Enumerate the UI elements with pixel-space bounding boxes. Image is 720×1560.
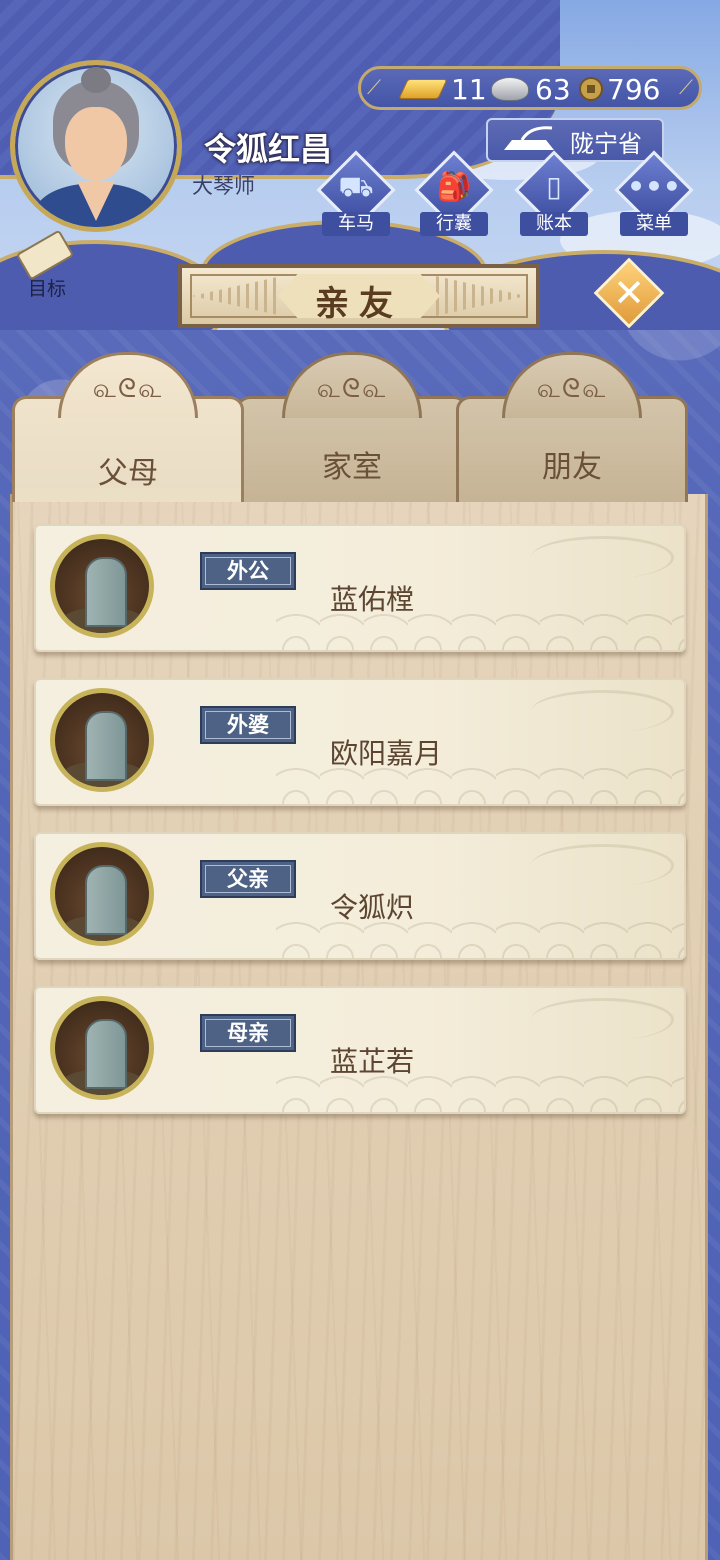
- bag-icon: 🎒: [436, 170, 472, 203]
- more-menu-label: 菜单: [620, 212, 688, 236]
- ledger-label: 账本: [520, 212, 588, 236]
- relation-badge: 母亲: [200, 1014, 296, 1052]
- tombstone-portrait-icon: [50, 842, 154, 946]
- page-title: 亲友: [315, 284, 403, 324]
- relation-badge: 父亲: [200, 860, 296, 898]
- target-label: 目标: [28, 278, 67, 300]
- silver-ingot-icon: [491, 77, 529, 101]
- gold-counter: 11: [398, 72, 487, 106]
- relative-name: 欧阳嘉月: [330, 737, 443, 770]
- relation-badge: 外婆: [200, 706, 296, 744]
- coin-counter: 796: [579, 72, 661, 106]
- cloud-swirl-ornament: ௳ᘓ௳: [536, 374, 608, 404]
- silver-counter: 63: [491, 72, 571, 106]
- relative-name: 蓝佑樘: [330, 583, 415, 616]
- bag-button[interactable]: 🎒 行囊: [414, 150, 494, 238]
- tombstone-portrait-icon: [50, 534, 154, 638]
- bamboo-icon: ⟋: [367, 75, 381, 99]
- currency-bar: ⟋ 11 63 796 ⟋: [358, 66, 702, 110]
- carriage-label: 车马: [322, 212, 390, 236]
- player-title: 大琴师: [192, 174, 255, 198]
- relation-badge: 外公: [200, 552, 296, 590]
- tab-parents-label: 父母: [98, 456, 158, 491]
- tab-spouse[interactable]: ௳ᘓ௳ 家室: [236, 352, 468, 502]
- more-menu-button[interactable]: ••• 菜单: [614, 150, 694, 238]
- page-title-banner: 亲友: [178, 264, 540, 328]
- gold-bar-icon: [398, 79, 448, 99]
- more-icon: •••: [627, 170, 681, 203]
- relative-card[interactable]: 外婆 欧阳嘉月: [34, 678, 686, 806]
- copper-coin-icon: [579, 77, 603, 101]
- ledger-icon: ▯: [546, 170, 562, 203]
- relative-card[interactable]: 父亲 令狐炽: [34, 832, 686, 960]
- close-icon[interactable]: ✕: [604, 266, 654, 316]
- ledger-button[interactable]: ▯ 账本: [514, 150, 594, 238]
- tombstone-portrait-icon: [50, 688, 154, 792]
- player-name: 令狐红昌: [204, 130, 333, 168]
- coin-value: 796: [607, 72, 661, 106]
- carriage-icon: ⛟: [338, 170, 374, 203]
- ink-stone-icon: [504, 126, 554, 150]
- tombstone-portrait-icon: [50, 996, 154, 1100]
- location-button[interactable]: 陇宁省: [486, 118, 664, 162]
- active-tab-join: [15, 488, 241, 502]
- relative-card[interactable]: 母亲 蓝芷若: [34, 986, 686, 1114]
- tab-parents[interactable]: ௳ᘓ௳ 父母: [12, 352, 244, 502]
- relative-name: 蓝芷若: [330, 1045, 415, 1078]
- tab-friends[interactable]: ௳ᘓ௳ 朋友: [456, 352, 688, 502]
- relative-card[interactable]: 外公 蓝佑樘: [34, 524, 686, 652]
- cloud-swirl-ornament: ௳ᘓ௳: [92, 374, 164, 404]
- gold-value: 11: [451, 72, 487, 106]
- location-name: 陇宁省: [570, 130, 642, 158]
- cloud-swirl-ornament: ௳ᘓ௳: [316, 374, 388, 404]
- bag-label: 行囊: [420, 212, 488, 236]
- bamboo-icon: ⟋: [679, 75, 693, 99]
- tab-spouse-label: 家室: [322, 450, 382, 485]
- player-avatar[interactable]: [10, 60, 182, 232]
- tab-friends-label: 朋友: [542, 450, 602, 485]
- relative-name: 令狐炽: [330, 891, 415, 924]
- target-button[interactable]: 目标: [10, 229, 80, 300]
- carriage-button[interactable]: ⛟ 车马: [316, 150, 396, 238]
- scroll-icon: [15, 229, 75, 281]
- silver-value: 63: [535, 72, 571, 106]
